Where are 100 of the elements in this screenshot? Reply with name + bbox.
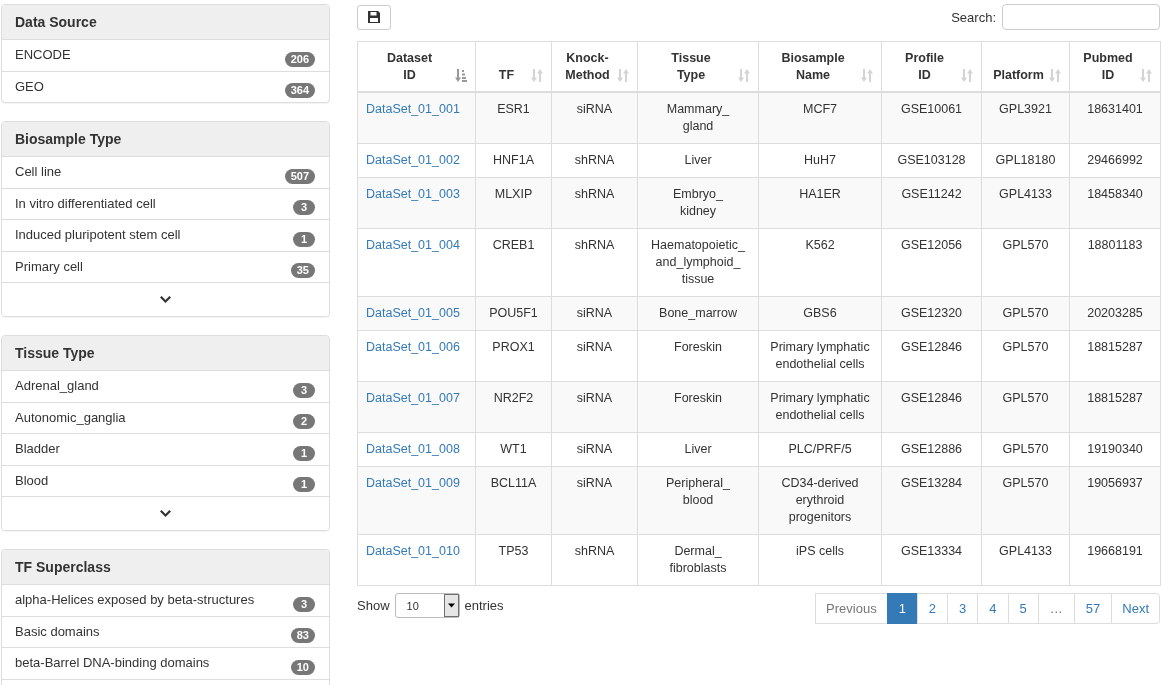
facet-item[interactable]: beta-Barrel DNA-binding domains 10 xyxy=(2,647,329,680)
facet-item[interactable]: Bladder 1 xyxy=(2,433,329,465)
table-cell: Foreskin xyxy=(637,381,759,433)
table-cell: MLXIP xyxy=(475,177,552,229)
dataset-link[interactable]: DataSet_01_005 xyxy=(366,306,460,320)
save-button[interactable] xyxy=(357,4,391,30)
table-cell: 18458340 xyxy=(1069,177,1161,229)
table-cell: GSE12320 xyxy=(881,296,982,331)
count-badge: 364 xyxy=(284,83,315,98)
table-cell: GBS6 xyxy=(758,296,882,331)
panel-heading: Data Source xyxy=(2,5,329,39)
table-cell: BCL11A xyxy=(475,466,552,535)
table-cell: Dermal_fibroblasts xyxy=(637,534,759,586)
table-cell: iPS cells xyxy=(758,534,882,586)
table-cell: GPL4133 xyxy=(981,177,1070,229)
table-cell: Foreskin xyxy=(637,330,759,382)
table-cell: 18631401 xyxy=(1069,92,1161,144)
table-cell: 18815287 xyxy=(1069,381,1161,433)
count-badge: 10 xyxy=(290,659,315,675)
table-cell: shRNA xyxy=(551,177,638,229)
facet-item[interactable]: Adrenal_gland 3 xyxy=(2,370,329,402)
facet-item[interactable]: GEO 364 xyxy=(2,70,329,102)
dataset-link[interactable]: DataSet_01_001 xyxy=(366,102,460,116)
count-badge: 3 xyxy=(293,200,315,215)
column-header[interactable]: Knock-Method xyxy=(551,41,638,92)
table-cell: GSE12886 xyxy=(881,432,982,467)
column-header[interactable]: Dataset ID xyxy=(357,41,476,92)
column-header[interactable]: Platform xyxy=(981,41,1070,92)
show-more-button[interactable] xyxy=(2,282,329,316)
table-cell: GPL18180 xyxy=(981,143,1070,178)
count-badge: 83 xyxy=(290,628,315,643)
panel-heading: Tissue Type xyxy=(2,336,329,370)
table-cell: GSE12846 xyxy=(881,330,982,382)
table-cell: Embryo_kidney xyxy=(637,177,759,229)
table-cell: GPL570 xyxy=(981,330,1070,382)
table-cell: NR2F2 xyxy=(475,381,552,433)
page-button[interactable]: 4 xyxy=(977,593,1009,624)
page-button[interactable]: 3 xyxy=(947,593,979,624)
table-cell: 18815287 xyxy=(1069,330,1161,382)
dataset-link[interactable]: DataSet_01_004 xyxy=(366,238,460,252)
dataset-link[interactable]: DataSet_01_009 xyxy=(366,476,460,490)
dataset-link[interactable]: DataSet_01_007 xyxy=(366,391,460,405)
table-cell: GSE12846 xyxy=(881,381,982,433)
column-header[interactable]: Biosample Name xyxy=(758,41,882,92)
count-badge: 206 xyxy=(284,51,315,67)
dataset-link[interactable]: DataSet_01_006 xyxy=(366,340,460,354)
panel-heading: TF Superclass xyxy=(2,550,329,584)
table-cell: GSE13284 xyxy=(881,466,982,535)
column-header[interactable]: TF xyxy=(475,41,552,92)
caret-icon xyxy=(443,594,459,617)
next-button[interactable]: Next xyxy=(1111,593,1160,624)
count-badge: 2 xyxy=(293,414,315,429)
facet-item[interactable]: Cell line 507 xyxy=(2,156,329,188)
entries-label: entries xyxy=(464,598,504,613)
table-cell: GSE12056 xyxy=(881,228,982,297)
table-cell: siRNA xyxy=(551,381,638,433)
table-cell: shRNA xyxy=(551,534,638,586)
table-cell: siRNA xyxy=(551,296,638,331)
column-header[interactable]: Pubmed ID xyxy=(1069,41,1161,92)
count-badge: 1 xyxy=(293,477,315,492)
table-cell: PROX1 xyxy=(475,330,552,382)
count-badge: 35 xyxy=(290,263,315,278)
chevron-down-icon xyxy=(160,510,171,517)
page-button[interactable]: 2 xyxy=(916,593,949,624)
page-button[interactable]: 1 xyxy=(886,593,918,624)
table-cell: HA1ER xyxy=(758,177,882,229)
count-badge: 3 xyxy=(293,596,315,612)
column-header[interactable]: Profile ID xyxy=(881,41,982,92)
facet-item[interactable]: alpha-Helices exposed by beta-structures 3 xyxy=(2,584,329,616)
show-label: Show xyxy=(357,598,390,613)
table-cell: GPL570 xyxy=(981,381,1070,433)
show-more-button[interactable] xyxy=(2,496,329,530)
dataset-link[interactable]: DataSet_01_002 xyxy=(366,153,460,167)
table-cell: siRNA xyxy=(551,330,638,382)
table-cell: Mammary_gland xyxy=(637,92,759,144)
facet-item[interactable]: Basic domains 83 xyxy=(2,615,329,647)
table-cell: HuH7 xyxy=(758,143,882,178)
table-cell: GPL570 xyxy=(981,228,1070,297)
facet-item[interactable]: In vitro differentiated cell 3 xyxy=(2,187,329,219)
table-cell: K562 xyxy=(758,228,882,297)
page-button[interactable]: 5 xyxy=(1007,593,1039,624)
facet-item[interactable]: Autonomic_ganglia 2 xyxy=(2,401,329,433)
page-size-select[interactable]: 10 xyxy=(394,593,460,618)
table-cell: POU5F1 xyxy=(475,296,552,331)
table-cell: PLC/PRF/5 xyxy=(758,432,882,467)
facet-item[interactable]: Induced pluripotent stem cell 1 xyxy=(2,219,329,251)
facet-item[interactable]: ENCODE 206 xyxy=(2,39,329,71)
count-badge: 1 xyxy=(293,231,315,247)
table-cell: GPL570 xyxy=(981,466,1070,535)
table-cell: GSE103128 xyxy=(881,143,982,178)
table-cell: shRNA xyxy=(551,143,638,178)
dataset-link[interactable]: DataSet_01_008 xyxy=(366,442,460,456)
table-cell: siRNA xyxy=(551,466,638,535)
search-field[interactable] xyxy=(1002,4,1160,30)
dataset-link[interactable]: DataSet_01_003 xyxy=(366,187,460,201)
chevron-down-icon xyxy=(160,296,171,303)
table-cell: Bone_marrow xyxy=(637,296,759,331)
table-cell: siRNA xyxy=(551,432,638,467)
dataset-link[interactable]: DataSet_01_010 xyxy=(366,544,460,558)
column-header[interactable]: Tissue Type xyxy=(637,41,759,92)
